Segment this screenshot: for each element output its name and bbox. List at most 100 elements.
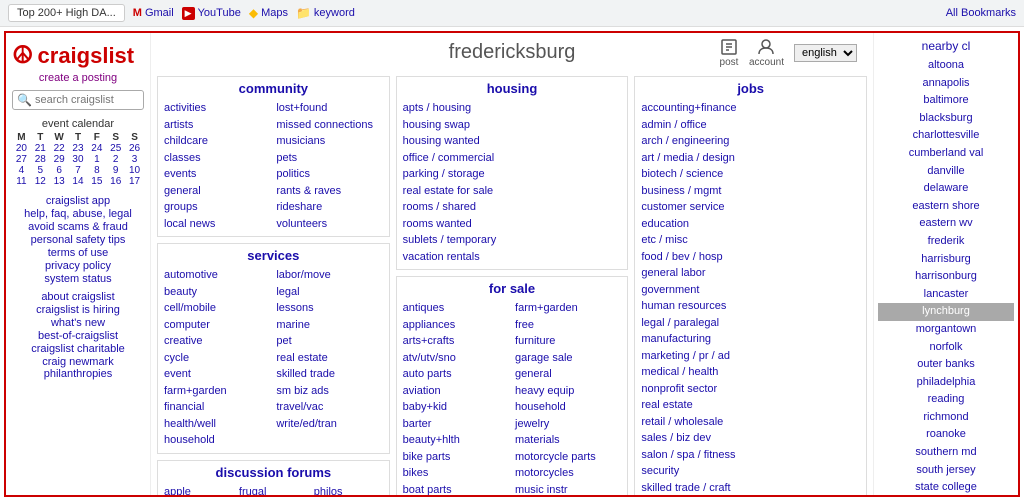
link-status[interactable]: system status	[12, 273, 144, 285]
link-art-media[interactable]: art / media / design	[641, 150, 860, 167]
link-accounting[interactable]: accounting+finance	[641, 100, 860, 117]
link-lost-found[interactable]: lost+found	[276, 100, 382, 117]
link-moto-parts[interactable]: motorcycle parts	[515, 449, 621, 466]
link-terms[interactable]: terms of use	[12, 247, 144, 259]
link-arch[interactable]: arch / engineering	[641, 133, 860, 150]
nearby-norfolk[interactable]: norfolk	[878, 339, 1014, 357]
link-rideshare[interactable]: rideshare	[276, 199, 382, 216]
cal-2[interactable]: 2	[106, 154, 125, 165]
link-charitable[interactable]: craigslist charitable	[12, 343, 144, 355]
link-skilled-trade-j[interactable]: skilled trade / craft	[641, 480, 860, 496]
link-classes[interactable]: classes	[164, 150, 270, 167]
link-financial[interactable]: financial	[164, 399, 270, 416]
link-marine[interactable]: marine	[276, 317, 382, 334]
cal-15[interactable]: 15	[87, 176, 106, 187]
link-general-c[interactable]: general	[164, 183, 270, 200]
link-rooms-wanted[interactable]: rooms wanted	[403, 216, 622, 233]
link-cycle[interactable]: cycle	[164, 350, 270, 367]
link-pet-s[interactable]: pet	[276, 333, 382, 350]
link-parking[interactable]: parking / storage	[403, 166, 622, 183]
nearby-outer-banks[interactable]: outer banks	[878, 356, 1014, 374]
link-furniture[interactable]: furniture	[515, 333, 621, 350]
post-icon-btn[interactable]: post	[719, 37, 739, 68]
cal-6[interactable]: 6	[50, 165, 69, 176]
link-lessons[interactable]: lessons	[276, 300, 382, 317]
link-human-res[interactable]: human resources	[641, 298, 860, 315]
nearby-altoona[interactable]: altoona	[878, 57, 1014, 75]
nearby-reading[interactable]: reading	[878, 391, 1014, 409]
link-groups[interactable]: groups	[164, 199, 270, 216]
cal-12[interactable]: 12	[31, 176, 50, 187]
link-education[interactable]: education	[641, 216, 860, 233]
link-office[interactable]: office / commercial	[403, 150, 622, 167]
link-housing-swap[interactable]: housing swap	[403, 117, 622, 134]
nearby-harrisonburg[interactable]: harrisonburg	[878, 268, 1014, 286]
link-sales[interactable]: sales / biz dev	[641, 430, 860, 447]
link-music-instr[interactable]: music instr	[515, 482, 621, 496]
cal-23[interactable]: 23	[69, 143, 88, 154]
cal-24[interactable]: 24	[87, 143, 106, 154]
link-etc-misc[interactable]: etc / misc	[641, 232, 860, 249]
nearby-richmond[interactable]: richmond	[878, 409, 1014, 427]
cal-9[interactable]: 9	[106, 165, 125, 176]
cal-10[interactable]: 10	[125, 165, 144, 176]
nearby-state-college[interactable]: state college	[878, 479, 1014, 495]
cal-4[interactable]: 4	[12, 165, 31, 176]
link-manufacturing[interactable]: manufacturing	[641, 331, 860, 348]
link-baby[interactable]: baby+kid	[403, 399, 509, 416]
link-privacy[interactable]: privacy policy	[12, 260, 144, 272]
link-farm-garden[interactable]: farm+garden	[515, 300, 621, 317]
cal-7[interactable]: 7	[69, 165, 88, 176]
link-best-of[interactable]: best-of-craigslist	[12, 330, 144, 342]
link-computer[interactable]: computer	[164, 317, 270, 334]
link-childcare[interactable]: childcare	[164, 133, 270, 150]
link-materials[interactable]: materials	[515, 432, 621, 449]
link-cl-app[interactable]: craigslist app	[12, 195, 144, 207]
link-creative[interactable]: creative	[164, 333, 270, 350]
link-general[interactable]: general	[515, 366, 621, 383]
link-security[interactable]: security	[641, 463, 860, 480]
link-legal[interactable]: legal	[276, 284, 382, 301]
cal-5[interactable]: 5	[31, 165, 50, 176]
link-philos[interactable]: philos	[314, 484, 383, 496]
search-box[interactable]: 🔍	[12, 90, 144, 110]
link-real-estate-s[interactable]: real estate	[276, 350, 382, 367]
link-real-estate-j[interactable]: real estate	[641, 397, 860, 414]
nearby-southern-md[interactable]: southern md	[878, 444, 1014, 462]
nearby-eastern-shore[interactable]: eastern shore	[878, 198, 1014, 216]
link-health-well[interactable]: health/well	[164, 416, 270, 433]
link-about[interactable]: about craigslist	[12, 291, 144, 303]
link-skilled-trade[interactable]: skilled trade	[276, 366, 382, 383]
link-pets[interactable]: pets	[276, 150, 382, 167]
link-medical[interactable]: medical / health	[641, 364, 860, 381]
cal-17[interactable]: 17	[125, 176, 144, 187]
tab-top200[interactable]: Top 200+ High DA...	[8, 4, 125, 22]
link-sublets[interactable]: sublets / temporary	[403, 232, 622, 249]
link-auto-parts[interactable]: auto parts	[403, 366, 509, 383]
cal-3[interactable]: 3	[125, 154, 144, 165]
nearby-delaware[interactable]: delaware	[878, 180, 1014, 198]
link-labor[interactable]: labor/move	[276, 267, 382, 284]
nearby-blacksburg[interactable]: blacksburg	[878, 110, 1014, 128]
link-heavy-equip[interactable]: heavy equip	[515, 383, 621, 400]
tab-keyword[interactable]: 📁 keyword	[296, 6, 355, 20]
cal-1[interactable]: 1	[87, 154, 106, 165]
cal-30[interactable]: 30	[69, 154, 88, 165]
nearby-frederik[interactable]: frederik	[878, 233, 1014, 251]
link-politics[interactable]: politics	[276, 166, 382, 183]
link-food-bev[interactable]: food / bev / hosp	[641, 249, 860, 266]
link-avoid-scams[interactable]: avoid scams & fraud	[12, 221, 144, 233]
link-farm-garden-s[interactable]: farm+garden	[164, 383, 270, 400]
link-beauty-hlth[interactable]: beauty+hlth	[403, 432, 509, 449]
link-rants[interactable]: rants & raves	[276, 183, 382, 200]
link-apple[interactable]: apple	[164, 484, 233, 496]
link-boat-parts[interactable]: boat parts	[403, 482, 509, 496]
search-input[interactable]	[35, 94, 139, 106]
create-posting-link[interactable]: create a posting	[12, 72, 144, 84]
link-sm-biz[interactable]: sm biz ads	[276, 383, 382, 400]
cal-25[interactable]: 25	[106, 143, 125, 154]
nearby-harrisburg[interactable]: harrisburg	[878, 251, 1014, 269]
link-atv[interactable]: atv/utv/sno	[403, 350, 509, 367]
link-volunteers[interactable]: volunteers	[276, 216, 382, 233]
cal-20[interactable]: 20	[12, 143, 31, 154]
